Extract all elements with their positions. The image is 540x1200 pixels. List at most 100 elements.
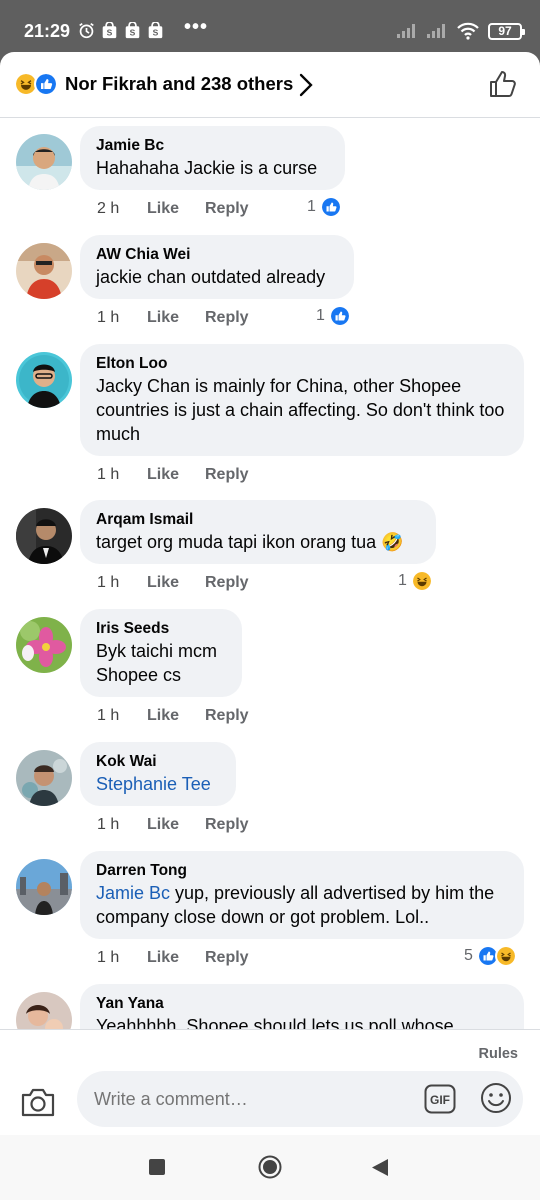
- reactions-header[interactable]: Nor Fikrah and 238 others: [0, 52, 540, 118]
- comment-bubble[interactable]: Arqam Ismail target org muda tapi ikon o…: [80, 500, 436, 564]
- reaction-count: 1: [398, 572, 407, 589]
- avatar[interactable]: [16, 992, 72, 1030]
- comment-bubble[interactable]: Darren Tong Jamie Bc yup, previously all…: [80, 851, 524, 939]
- comment-reactions[interactable]: 5: [464, 945, 517, 967]
- gif-button[interactable]: GIF: [424, 1084, 456, 1114]
- comment-time: 1 h: [97, 466, 120, 483]
- avatar[interactable]: [16, 617, 72, 673]
- comment-time: 1 h: [97, 309, 120, 326]
- shopee-notification-icon: S: [102, 22, 117, 39]
- comment-time: 2 h: [97, 200, 120, 217]
- avatar[interactable]: [16, 134, 72, 190]
- comment-time: 1 h: [97, 707, 120, 724]
- like-button[interactable]: Like: [147, 466, 205, 484]
- comment-reactions[interactable]: 1: [316, 305, 351, 327]
- svg-text:S: S: [107, 28, 113, 38]
- like-icon: [319, 196, 342, 218]
- comment-author[interactable]: AW Chia Wei: [96, 244, 338, 265]
- comment-time: 1 h: [97, 949, 120, 966]
- comments-list[interactable]: Jamie Bc Hahahaha Jackie is a curse 2 h …: [0, 118, 540, 1030]
- reply-button[interactable]: Reply: [205, 707, 249, 725]
- haha-icon: [494, 945, 517, 967]
- comment-bubble[interactable]: Elton Loo Jacky Chan is mainly for China…: [80, 344, 524, 456]
- svg-text:S: S: [130, 28, 136, 38]
- comment-mention[interactable]: Jamie Bc: [96, 883, 170, 903]
- comment-reactions[interactable]: 1: [398, 570, 433, 592]
- comment-author[interactable]: Kok Wai: [96, 751, 220, 772]
- like-button[interactable]: Like: [147, 816, 205, 834]
- comment-bubble[interactable]: AW Chia Wei jackie chan outdated already: [80, 235, 354, 299]
- comment-actions: 2 h Like Reply: [97, 200, 249, 218]
- reply-button[interactable]: Reply: [205, 949, 249, 967]
- comment-composer: Rules GIF: [0, 1029, 540, 1135]
- status-time: 21:29: [24, 21, 71, 41]
- reaction-count: 1: [316, 307, 325, 324]
- signal-icon: [427, 24, 445, 38]
- comment-bubble[interactable]: Kok Wai Stephanie Tee: [80, 742, 236, 806]
- gif-label: GIF: [430, 1093, 450, 1107]
- like-button[interactable]: Like: [147, 200, 205, 218]
- rules-link[interactable]: Rules: [479, 1046, 519, 1062]
- camera-icon[interactable]: [20, 1086, 56, 1118]
- comment-author[interactable]: Jamie Bc: [96, 135, 329, 156]
- home-icon[interactable]: [258, 1155, 282, 1179]
- avatar[interactable]: [16, 243, 72, 299]
- reply-button[interactable]: Reply: [205, 200, 249, 218]
- chevron-right-icon[interactable]: [298, 72, 314, 98]
- comment-actions: 1 h Like Reply: [97, 466, 249, 484]
- reaction-count: 1: [307, 198, 316, 215]
- wifi-icon: [457, 22, 479, 40]
- reply-button[interactable]: Reply: [205, 574, 249, 592]
- comment-text: jackie chan outdated already: [96, 267, 326, 287]
- emoji-icon[interactable]: [480, 1082, 512, 1114]
- like-outline-icon[interactable]: [487, 68, 519, 100]
- more-notifications-icon: •••: [184, 16, 209, 38]
- system-nav-bar: [0, 1135, 540, 1200]
- like-button[interactable]: Like: [147, 707, 205, 725]
- recents-icon[interactable]: [149, 1159, 165, 1175]
- svg-text:S: S: [153, 28, 159, 38]
- comment-author[interactable]: Darren Tong: [96, 860, 508, 881]
- comment-text: Jamie Bc yup, previously all advertised …: [96, 881, 508, 929]
- comment-mention[interactable]: Stephanie Tee: [96, 772, 220, 796]
- avatar[interactable]: [16, 352, 72, 408]
- avatar[interactable]: [16, 750, 72, 806]
- comment-author[interactable]: Yan Yana: [96, 993, 508, 1014]
- like-icon: [34, 72, 58, 96]
- comment-bubble[interactable]: Iris Seeds Byk taichi mcm Shopee cs: [80, 609, 242, 697]
- reply-button[interactable]: Reply: [205, 309, 249, 327]
- comment-author[interactable]: Iris Seeds: [96, 618, 226, 639]
- status-notification-icons: S S S: [78, 22, 164, 39]
- reactions-summary[interactable]: Nor Fikrah and 238 others: [65, 73, 293, 95]
- status-system-icons: 97: [396, 22, 525, 40]
- comment-bubble[interactable]: Jamie Bc Hahahaha Jackie is a curse: [80, 126, 345, 190]
- like-button[interactable]: Like: [147, 309, 205, 327]
- comments-sheet: Nor Fikrah and 238 others Jamie Bc Hahah…: [0, 52, 540, 1135]
- comment-text: Yeahhhhh, Shopee should lets us poll who…: [96, 1016, 454, 1030]
- comment-bubble[interactable]: Yan Yana Yeahhhhh, Shopee should lets us…: [80, 984, 524, 1030]
- reply-button[interactable]: Reply: [205, 466, 249, 484]
- comment-input[interactable]: [77, 1071, 523, 1127]
- like-button[interactable]: Like: [147, 574, 205, 592]
- avatar[interactable]: [16, 859, 72, 915]
- comment-reactions[interactable]: 1: [307, 196, 342, 218]
- comment-actions: 1 h Like Reply: [97, 816, 249, 834]
- battery-icon: 97: [488, 22, 525, 40]
- signal-icon: [397, 24, 415, 38]
- reaction-icons: [14, 72, 62, 96]
- avatar[interactable]: [16, 508, 72, 564]
- comment-time: 1 h: [97, 816, 120, 833]
- like-button[interactable]: Like: [147, 949, 205, 967]
- comment-author[interactable]: Elton Loo: [96, 353, 508, 374]
- reaction-icons: [476, 945, 517, 967]
- reply-button[interactable]: Reply: [205, 816, 249, 834]
- haha-icon: [410, 570, 433, 592]
- reaction-count: 5: [464, 947, 473, 964]
- comment-time: 1 h: [97, 574, 120, 591]
- comment-text: target org muda tapi ikon orang tua 🤣: [96, 532, 404, 552]
- back-icon[interactable]: [371, 1158, 389, 1177]
- shopee-notification-icon: S: [148, 22, 163, 39]
- alarm-icon: [79, 22, 94, 39]
- like-icon: [328, 305, 351, 327]
- comment-author[interactable]: Arqam Ismail: [96, 509, 420, 530]
